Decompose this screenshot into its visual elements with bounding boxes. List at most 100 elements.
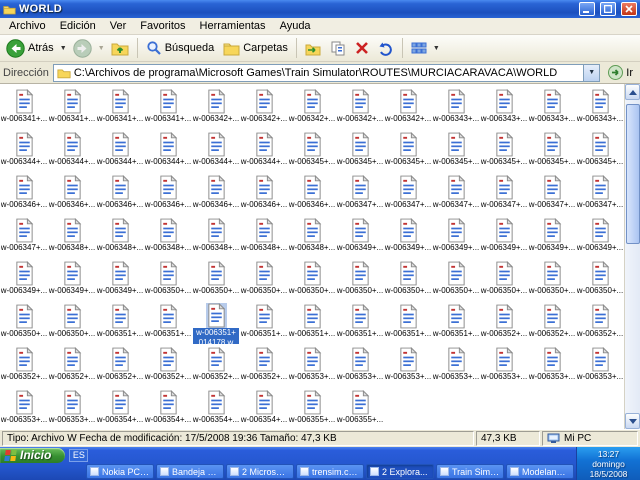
forward-button[interactable] xyxy=(69,36,96,60)
maximize-button[interactable] xyxy=(600,2,616,16)
file-item[interactable]: w-006354+... xyxy=(96,387,144,429)
file-item[interactable]: w-006350+... xyxy=(240,258,288,301)
file-item[interactable]: w-006341+... xyxy=(0,86,48,129)
back-dropdown-icon[interactable]: ▼ xyxy=(59,36,68,60)
file-item[interactable]: w-006352+... xyxy=(144,344,192,387)
file-item[interactable]: w-006354+... xyxy=(240,387,288,429)
file-item[interactable]: w-006347+... xyxy=(384,172,432,215)
file-item[interactable]: w-006355+... xyxy=(336,387,384,429)
move-to-button[interactable] xyxy=(301,36,325,60)
file-item[interactable]: w-006348+... xyxy=(192,215,240,258)
address-dropdown-button[interactable]: ▼ xyxy=(583,65,599,81)
file-item[interactable]: w-006350+... xyxy=(192,258,240,301)
file-item[interactable]: w-006344+... xyxy=(240,129,288,172)
system-tray[interactable]: 13:27 domingo 18/5/2008 xyxy=(576,447,640,480)
file-item[interactable]: w-006352+... xyxy=(0,344,48,387)
file-item[interactable]: w-006350+... xyxy=(144,258,192,301)
file-item[interactable]: w-006345+... xyxy=(528,129,576,172)
file-item[interactable]: w-006351+... xyxy=(240,301,288,344)
taskbar-button[interactable]: Nokia PC Sy... xyxy=(86,464,154,479)
file-item[interactable]: w-006342+... xyxy=(384,86,432,129)
minimize-button[interactable] xyxy=(579,2,595,16)
file-item[interactable]: w-006350+... xyxy=(48,301,96,344)
file-item[interactable]: w-006342+... xyxy=(288,86,336,129)
file-item[interactable]: w-006355+... xyxy=(288,387,336,429)
file-item[interactable]: w-006345+... xyxy=(432,129,480,172)
file-item[interactable]: w-006349+... xyxy=(336,215,384,258)
file-item[interactable]: w-006348+... xyxy=(288,215,336,258)
file-item[interactable]: w-006350+... xyxy=(336,258,384,301)
menu-item-favoritos[interactable]: Favoritos xyxy=(133,19,192,33)
undo-button[interactable] xyxy=(374,36,398,60)
file-item[interactable]: w-006352+... xyxy=(576,301,624,344)
file-item[interactable]: w-006353+... xyxy=(336,344,384,387)
menu-item-ver[interactable]: Ver xyxy=(103,19,134,33)
vertical-scrollbar[interactable] xyxy=(624,84,640,429)
file-item[interactable]: w-006342+... xyxy=(240,86,288,129)
menu-item-herramientas[interactable]: Herramientas xyxy=(193,19,273,33)
file-item[interactable]: w-006345+... xyxy=(480,129,528,172)
scroll-down-button[interactable] xyxy=(625,413,640,429)
file-item[interactable]: w-006347+... xyxy=(480,172,528,215)
file-item[interactable]: w-006349+... xyxy=(384,215,432,258)
language-indicator[interactable]: ES xyxy=(69,449,88,462)
taskbar-button[interactable]: Modelando ... xyxy=(506,464,574,479)
file-item[interactable]: w-006353+... xyxy=(480,344,528,387)
file-item[interactable]: w-006347+... xyxy=(0,215,48,258)
menu-item-ayuda[interactable]: Ayuda xyxy=(273,19,318,33)
taskbar-button[interactable]: 2 Explora... xyxy=(366,464,434,479)
file-item[interactable]: w-006349+... xyxy=(528,215,576,258)
scrollbar-thumb[interactable] xyxy=(626,104,640,244)
file-item[interactable]: w-006352+... xyxy=(96,344,144,387)
file-item[interactable]: w-006348+... xyxy=(96,215,144,258)
file-item[interactable]: w-006349+... xyxy=(0,258,48,301)
file-item[interactable]: w-006346+... xyxy=(0,172,48,215)
file-item[interactable]: w-006353+... xyxy=(384,344,432,387)
file-item[interactable]: w-006351+... xyxy=(336,301,384,344)
go-button[interactable]: Ir xyxy=(604,63,637,83)
file-item[interactable]: w-006344+... xyxy=(144,129,192,172)
file-item[interactable]: w-006345+... xyxy=(576,129,624,172)
file-item[interactable]: w-006350+... xyxy=(384,258,432,301)
file-item[interactable]: w-006354+... xyxy=(144,387,192,429)
search-button[interactable]: Búsqueda xyxy=(142,36,219,60)
copy-to-button[interactable] xyxy=(326,36,350,60)
file-item[interactable]: w-006353+... xyxy=(0,387,48,429)
file-item[interactable]: w-006349+... xyxy=(96,258,144,301)
file-item[interactable]: w-006352+... xyxy=(48,344,96,387)
file-item[interactable]: w-006352+... xyxy=(480,301,528,344)
taskbar-button[interactable]: Bandeja de ... xyxy=(156,464,224,479)
taskbar-button[interactable]: 2 Microsof... xyxy=(226,464,294,479)
up-button[interactable] xyxy=(107,36,133,60)
file-item[interactable]: w-006341+... xyxy=(96,86,144,129)
menu-item-archivo[interactable]: Archivo xyxy=(2,19,53,33)
file-item[interactable]: w-006350+... xyxy=(528,258,576,301)
file-item[interactable]: w-006345+... xyxy=(288,129,336,172)
file-item[interactable]: w-006351+... xyxy=(432,301,480,344)
file-item[interactable]: w-006344+... xyxy=(48,129,96,172)
file-item[interactable]: w-006349+... xyxy=(576,215,624,258)
file-item[interactable]: w-006341+... xyxy=(144,86,192,129)
folders-button[interactable]: Carpetas xyxy=(219,36,292,60)
file-item[interactable]: w-006346+... xyxy=(192,172,240,215)
file-item[interactable]: w-006347+... xyxy=(528,172,576,215)
file-item[interactable]: w-006344+... xyxy=(96,129,144,172)
file-item[interactable]: w-006351+... xyxy=(288,301,336,344)
file-item[interactable]: w-006350+... xyxy=(480,258,528,301)
file-item[interactable]: w-006353+... xyxy=(432,344,480,387)
scrollbar-track[interactable] xyxy=(625,100,640,413)
start-button[interactable]: Inicio xyxy=(0,448,65,463)
file-item[interactable]: w-006353+... xyxy=(528,344,576,387)
file-item[interactable]: w-006342+... xyxy=(336,86,384,129)
file-item[interactable]: w-006354+... xyxy=(192,387,240,429)
menu-item-edición[interactable]: Edición xyxy=(53,19,103,33)
delete-button[interactable] xyxy=(351,36,373,60)
close-button[interactable] xyxy=(621,2,637,16)
file-item[interactable]: w-006353+... xyxy=(48,387,96,429)
forward-dropdown-icon[interactable]: ▼ xyxy=(97,36,106,60)
file-item[interactable]: w-006346+... xyxy=(96,172,144,215)
taskbar-button[interactable]: Train Simula... xyxy=(436,464,504,479)
file-item[interactable]: w-006343+... xyxy=(432,86,480,129)
file-item[interactable]: w-006353+... xyxy=(576,344,624,387)
file-item[interactable]: w-006343+... xyxy=(480,86,528,129)
